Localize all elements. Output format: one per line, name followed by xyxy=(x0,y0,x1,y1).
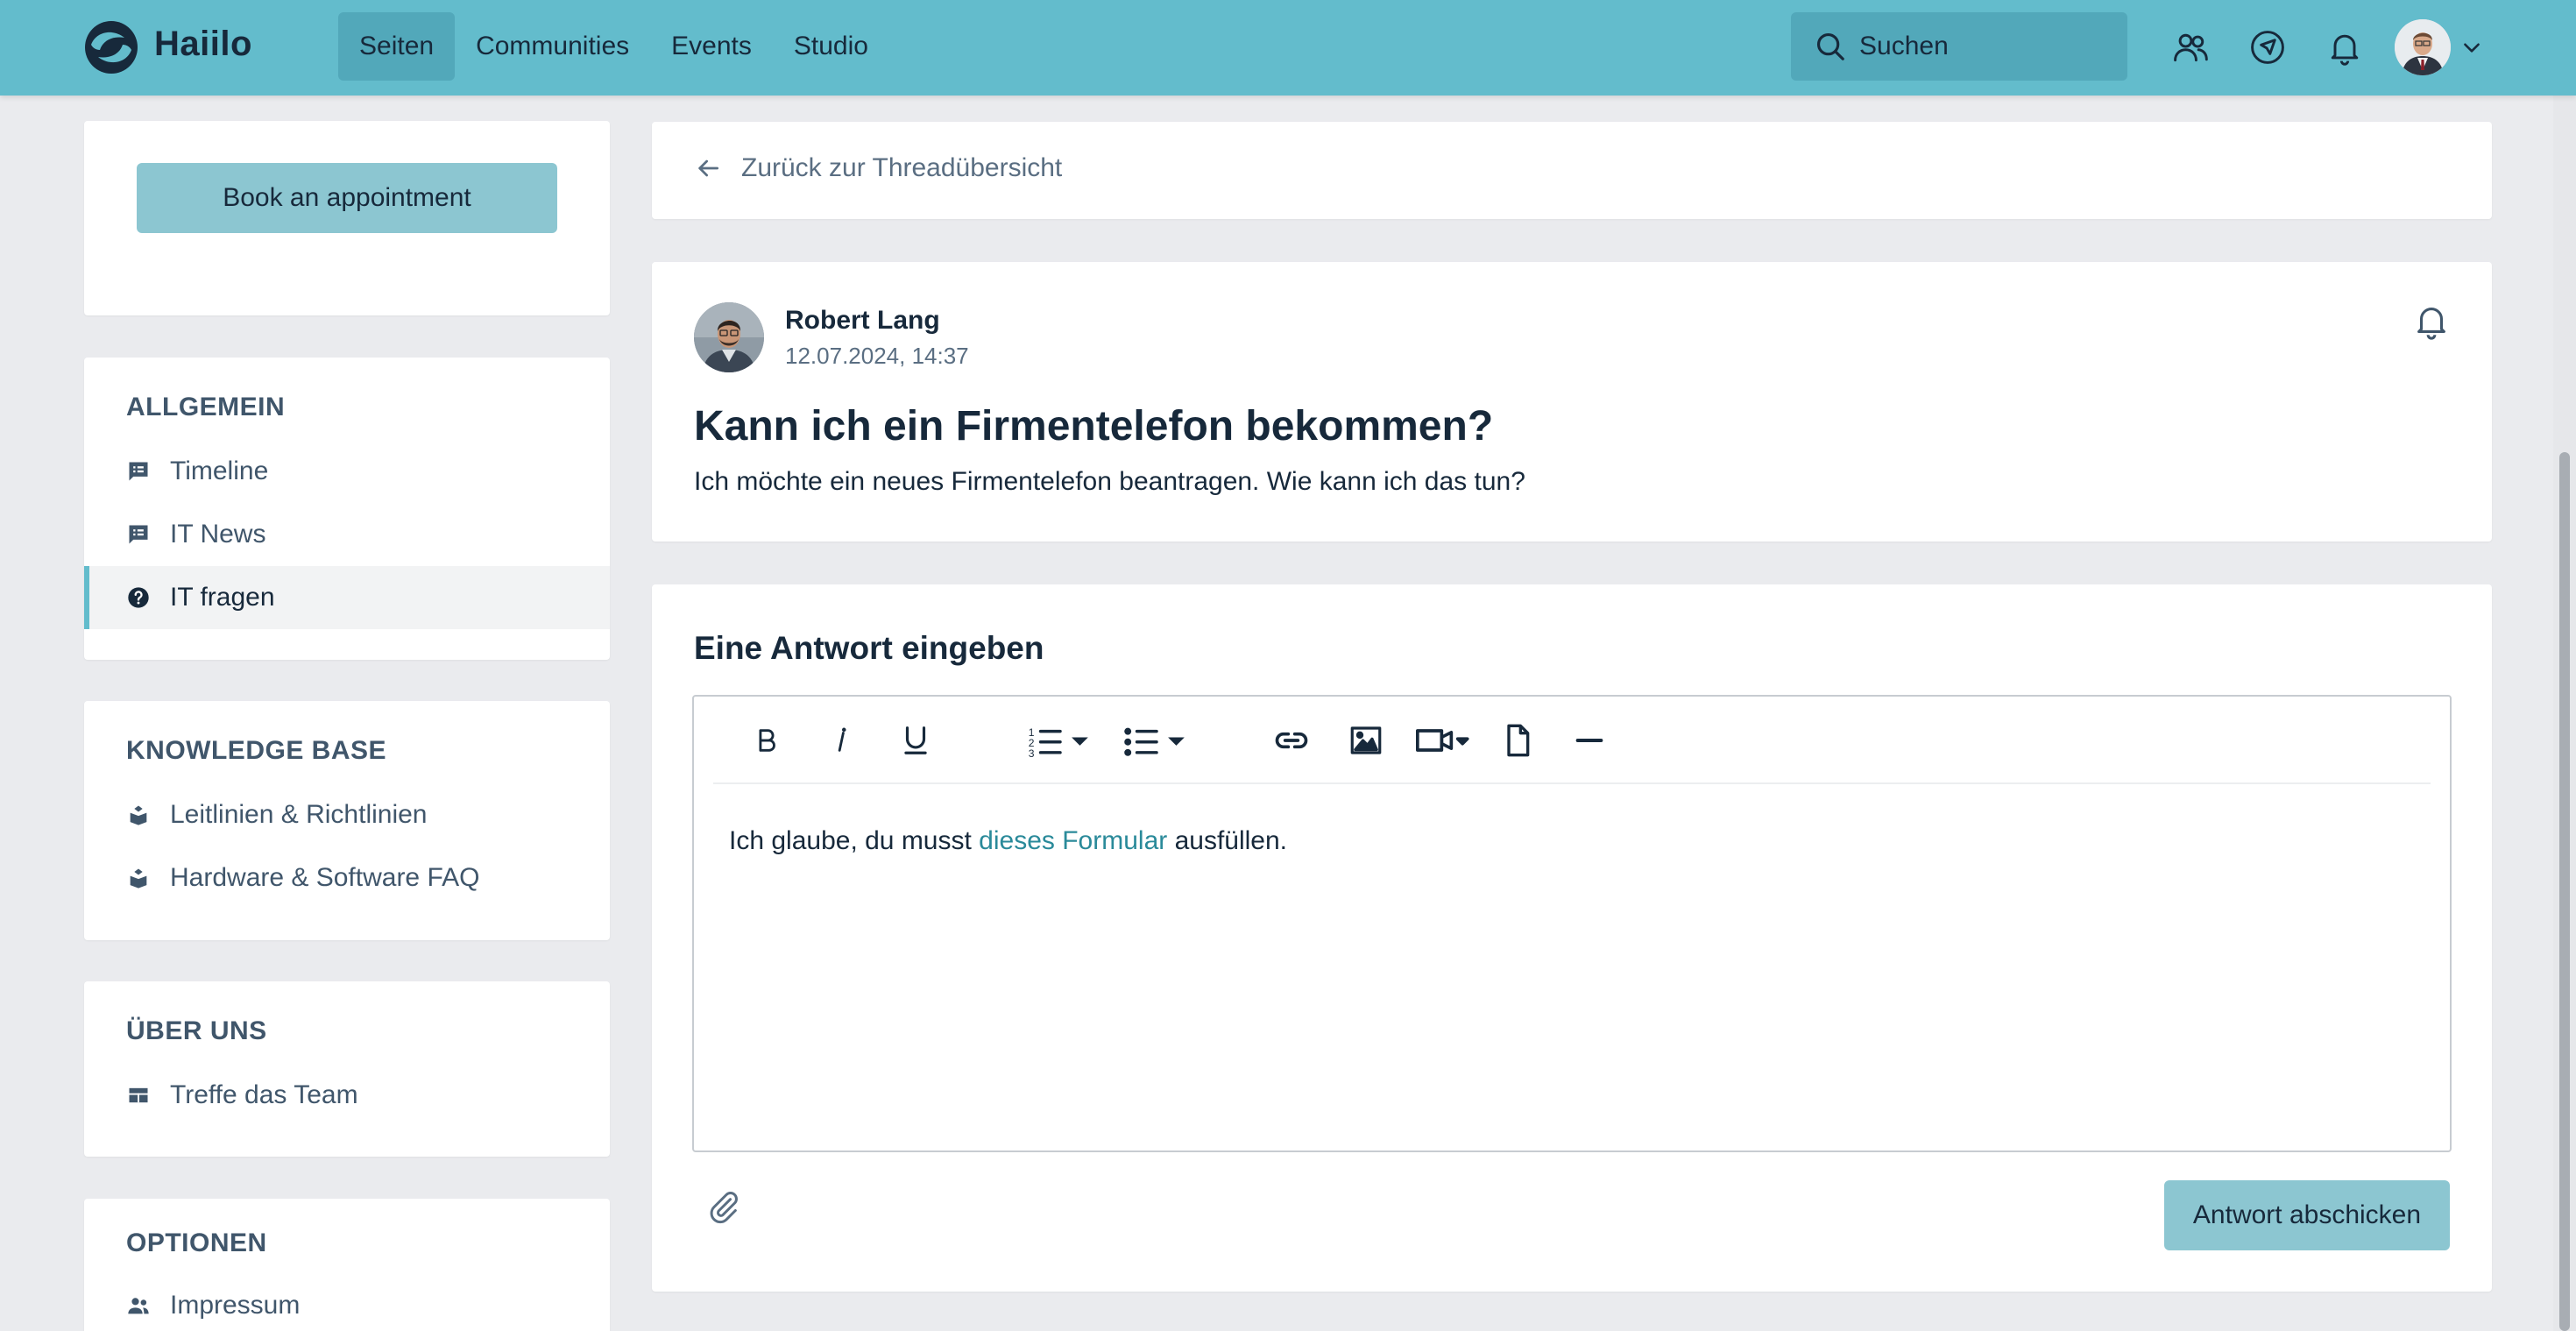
back-card: Zurück zur Threadübersicht xyxy=(652,122,2492,219)
underline-icon[interactable] xyxy=(899,721,932,760)
sidebar-item-timeline[interactable]: Timeline xyxy=(84,440,610,503)
table-icon xyxy=(129,1087,148,1103)
nav-item-seiten[interactable]: Seiten xyxy=(338,12,456,81)
post-date: 12.07.2024, 14:37 xyxy=(785,343,969,369)
bold-icon[interactable] xyxy=(752,721,782,760)
editor-toolbar: 1 2 3 xyxy=(713,697,2431,784)
author-name[interactable]: Robert Lang xyxy=(785,306,940,336)
question-circle-icon xyxy=(128,587,149,608)
author-avatar[interactable] xyxy=(694,302,764,372)
file-icon[interactable] xyxy=(1500,721,1535,760)
section-heading: OPTIONEN xyxy=(126,1228,267,1257)
people-icon xyxy=(128,1298,149,1314)
post-card: Robert Lang 12.07.2024, 14:37 Kann ich e… xyxy=(652,262,2492,542)
search-placeholder: Suchen xyxy=(1859,32,1949,60)
post-title: Kann ich ein Firmentelefon bekommen? xyxy=(694,403,1494,450)
search-icon xyxy=(1816,32,1844,60)
search-box[interactable]: Suchen xyxy=(1791,12,2127,81)
sidebar-item-team[interactable]: Treffe das Team xyxy=(84,1064,610,1127)
image-icon[interactable] xyxy=(1348,721,1384,760)
booking-card: Book an appointment xyxy=(84,121,610,315)
section-heading: KNOWLEDGE BASE xyxy=(126,736,387,765)
main-nav: Seiten Communities Events Studio xyxy=(338,12,889,81)
comment-list-icon xyxy=(129,462,148,481)
arrow-left-icon xyxy=(698,159,718,177)
section-allgemein: ALLGEMEIN Timeline IT News IT fragen xyxy=(84,358,610,660)
sidebar-item-label: IT fragen xyxy=(170,583,275,612)
video-icon[interactable] xyxy=(1416,721,1474,760)
bell-icon[interactable] xyxy=(2411,301,2452,341)
reply-heading: Eine Antwort eingeben xyxy=(694,630,1044,666)
ordered-list-icon[interactable]: 1 2 3 xyxy=(1027,721,1093,760)
back-link-label: Zurück zur Threadübersicht xyxy=(741,153,1063,182)
sidebar-item-label: IT News xyxy=(170,520,266,549)
user-avatar[interactable] xyxy=(2395,19,2451,75)
chevron-down-icon[interactable] xyxy=(2460,36,2483,59)
sidebar-item-label: Treffe das Team xyxy=(170,1080,358,1109)
sidebar-item-label: Hardware & Software FAQ xyxy=(170,863,480,892)
sidebar-item-label: Leitlinien & Richtlinien xyxy=(170,800,428,829)
paperclip-icon[interactable] xyxy=(706,1189,741,1224)
editor-text[interactable]: Ich glaube, du musst dieses Formular aus… xyxy=(729,826,1287,856)
bell-icon[interactable] xyxy=(2325,28,2364,67)
brand-name[interactable]: Haiilo xyxy=(154,25,252,64)
sidebar-item-it-news[interactable]: IT News xyxy=(84,503,610,566)
scrollbar-thumb[interactable] xyxy=(2559,452,2570,1331)
link-icon[interactable] xyxy=(1272,721,1311,760)
section-optionen: OPTIONEN Impressum xyxy=(84,1199,610,1331)
sidebar-item-label: Timeline xyxy=(170,457,269,485)
nav-item-communities[interactable]: Communities xyxy=(455,12,650,81)
section-ueber-uns: ÜBER UNS Treffe das Team xyxy=(84,981,610,1157)
people-icon[interactable] xyxy=(2171,28,2210,67)
nav-item-events[interactable]: Events xyxy=(650,12,773,81)
horizontal-rule-icon[interactable] xyxy=(1572,721,1607,760)
section-knowledge-base: KNOWLEDGE BASE Leitlinien & Richtlinien … xyxy=(84,701,610,940)
reply-editor[interactable]: 1 2 3 Ich glaube, du musst dieses Formul… xyxy=(692,695,2452,1152)
haiilo-logo-icon[interactable] xyxy=(84,20,138,74)
nav-item-studio[interactable]: Studio xyxy=(773,12,889,81)
sidebar-item-it-fragen[interactable]: IT fragen xyxy=(84,566,610,629)
sidebar-item-hardware-faq[interactable]: Hardware & Software FAQ xyxy=(84,846,610,910)
bullet-list-icon[interactable] xyxy=(1123,721,1190,760)
submit-reply-button[interactable]: Antwort abschicken xyxy=(2164,1180,2450,1250)
book-stack-icon xyxy=(130,805,147,825)
section-heading: ÜBER UNS xyxy=(126,1016,267,1045)
compass-icon[interactable] xyxy=(2248,28,2287,67)
reply-text-before: Ich glaube, du musst xyxy=(729,826,980,855)
form-link[interactable]: dieses Formular xyxy=(979,826,1167,855)
sidebar-item-impressum[interactable]: Impressum xyxy=(84,1274,610,1331)
sidebar-item-leitlinien[interactable]: Leitlinien & Richtlinien xyxy=(84,783,610,846)
section-heading: ALLGEMEIN xyxy=(126,393,286,421)
comment-list-icon xyxy=(129,525,148,544)
book-stack-icon xyxy=(130,868,147,889)
sidebar-item-label: Impressum xyxy=(170,1291,301,1320)
post-body: Ich möchte ein neues Firmentelefon beant… xyxy=(694,467,1525,496)
italic-icon[interactable] xyxy=(827,721,857,760)
svg-text:3: 3 xyxy=(1029,747,1035,760)
back-link[interactable]: Zurück zur Threadübersicht xyxy=(694,153,1062,183)
reply-text-after: ausfüllen. xyxy=(1167,826,1288,855)
book-appointment-button[interactable]: Book an appointment xyxy=(137,163,557,233)
top-navigation-bar: Haiilo Seiten Communities Events Studio … xyxy=(0,0,2576,96)
reply-card: Eine Antwort eingeben 1 2 3 Ich glaube, … xyxy=(652,584,2492,1292)
